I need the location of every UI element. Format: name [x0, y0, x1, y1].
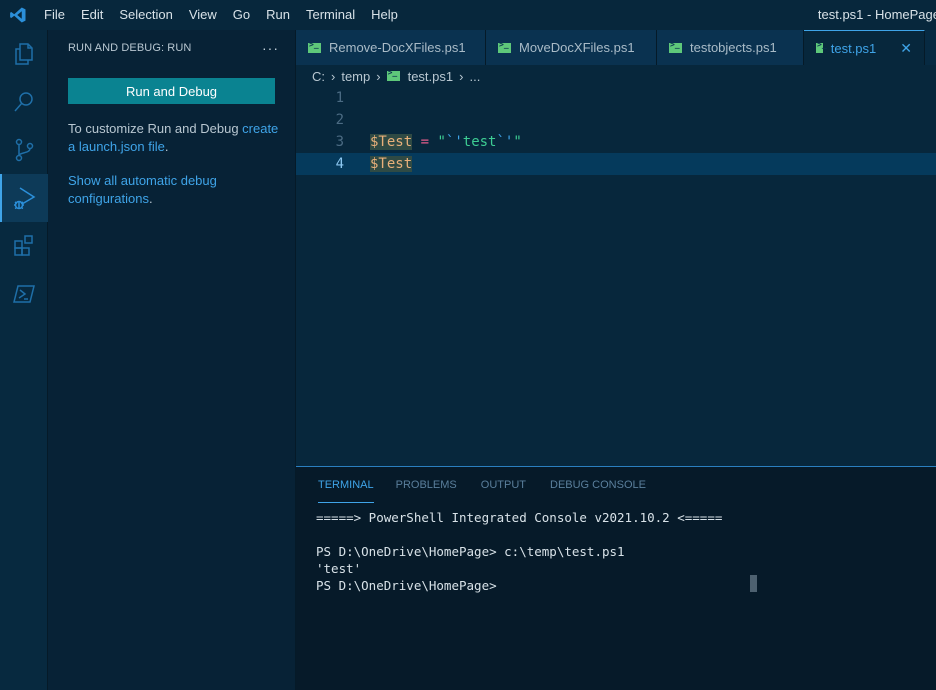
show-auto-debug-configs-link[interactable]: Show all automatic debug configurations — [68, 173, 217, 206]
escape-token: `' — [445, 134, 463, 150]
menu-run[interactable]: Run — [258, 0, 298, 30]
menu-selection[interactable]: Selection — [111, 0, 180, 30]
breadcrumb-file[interactable]: test.ps1 — [408, 69, 454, 84]
sidebar-title: RUN AND DEBUG: RUN — [68, 41, 192, 54]
terminal-line: PS D:\OneDrive\HomePage> c:\temp\test.ps… — [316, 544, 625, 559]
line-number: 1 — [335, 90, 344, 106]
tab-label: testobjects.ps1 — [690, 40, 777, 55]
code-editor[interactable]: 1 2 3 $Test = "`'test`'" 4 $Test — [296, 87, 936, 465]
run-and-debug-button[interactable]: Run and Debug — [68, 78, 275, 104]
powershell-file-icon — [669, 40, 682, 53]
breadcrumb-drive[interactable]: C: — [312, 69, 325, 84]
code-line-current: 4 $Test — [296, 153, 936, 175]
close-tab-icon[interactable]: ✕ — [900, 40, 912, 57]
powershell-file-icon — [386, 68, 400, 81]
window-title: test.ps1 - HomePage — [817, 7, 936, 22]
code-line: 3 $Test = "`'test`'" — [296, 131, 936, 153]
run-debug-icon — [14, 187, 36, 210]
files-icon — [15, 43, 33, 65]
string-token: test — [462, 134, 497, 150]
menu-file[interactable]: File — [36, 0, 73, 30]
chevron-right-icon: › — [459, 68, 464, 84]
tab-remove-docxfiles[interactable]: Remove-DocXFiles.ps1 — [296, 30, 486, 65]
chevron-right-icon: › — [376, 68, 381, 84]
breadcrumb-folder[interactable]: temp — [341, 69, 370, 84]
tab-testobjects[interactable]: testobjects.ps1 — [657, 30, 804, 65]
line-number: 2 — [335, 112, 344, 128]
tab-label: Remove-DocXFiles.ps1 — [329, 40, 466, 55]
breadcrumb: C: › temp › test.ps1 › ... — [296, 65, 936, 87]
tab-label: test.ps1 — [830, 40, 877, 56]
chevron-right-icon: › — [331, 68, 336, 84]
tab-test[interactable]: test.ps1 ✕ — [804, 30, 925, 65]
panel-tab-debug-console[interactable]: DEBUG CONSOLE — [550, 467, 646, 503]
terminal-output[interactable]: =====> PowerShell Integrated Console v20… — [296, 503, 936, 594]
activity-bar — [0, 30, 48, 690]
variable-token: $Test — [370, 134, 413, 150]
tab-label: MoveDocXFiles.ps1 — [519, 40, 635, 55]
string-quote: " — [513, 134, 522, 150]
sidebar-header: RUN AND DEBUG: RUN ··· — [48, 30, 295, 65]
terminal-cursor — [750, 575, 757, 592]
code-line: 1 — [296, 87, 936, 109]
panel-tab-terminal[interactable]: TERMINAL — [318, 467, 374, 503]
search-icon — [14, 92, 33, 112]
editor-tabs: Remove-DocXFiles.ps1 MoveDocXFiles.ps1 t… — [296, 30, 936, 65]
powershell-file-icon — [308, 40, 321, 53]
terminal-line: PS D:\OneDrive\HomePage> — [316, 578, 497, 593]
period: . — [164, 139, 169, 154]
vscode-logo-icon — [0, 0, 36, 30]
string-quote: " — [437, 134, 446, 150]
breadcrumb-symbols[interactable]: ... — [469, 69, 480, 84]
menu-go[interactable]: Go — [225, 0, 258, 30]
line-number: 4 — [335, 156, 344, 172]
menu-help[interactable]: Help — [363, 0, 406, 30]
escape-token: `' — [496, 134, 514, 150]
operator-token: = — [420, 134, 430, 150]
code-text: $Test — [370, 153, 413, 175]
panel-tab-problems[interactable]: PROBLEMS — [396, 467, 457, 503]
source-control-icon — [15, 138, 34, 162]
powershell-file-icon — [816, 40, 826, 53]
menu-bar: File Edit Selection View Go Run Terminal… — [36, 0, 406, 30]
tab-movedocxfiles[interactable]: MoveDocXFiles.ps1 — [486, 30, 657, 65]
customize-text: To customize Run and Debug create a laun… — [68, 120, 279, 156]
extensions-icon — [14, 235, 33, 256]
powershell-file-icon — [498, 40, 511, 53]
menu-terminal[interactable]: Terminal — [298, 0, 363, 30]
more-actions-icon[interactable]: ··· — [262, 40, 279, 56]
variable-token: $Test — [370, 156, 413, 172]
auto-configs-text: Show all automatic debug configurations. — [68, 172, 279, 208]
terminal-line: ​ — [316, 526, 936, 543]
code-text: $Test = "`'test`'" — [370, 131, 522, 153]
menu-edit[interactable]: Edit — [73, 0, 111, 30]
run-debug-sidebar: RUN AND DEBUG: RUN ··· Run and Debug To … — [48, 30, 296, 690]
activity-extensions[interactable] — [0, 222, 48, 270]
activity-search[interactable] — [0, 78, 48, 126]
code-line: 2 — [296, 109, 936, 131]
bottom-panel: TERMINAL PROBLEMS OUTPUT DEBUG CONSOLE =… — [296, 466, 936, 690]
terminal-line: 'test' — [316, 561, 362, 576]
title-bar: File Edit Selection View Go Run Terminal… — [0, 0, 936, 30]
terminal-line: =====> PowerShell Integrated Console v20… — [316, 510, 723, 525]
powershell-icon — [13, 285, 35, 303]
menu-view[interactable]: View — [181, 0, 225, 30]
customize-label: To customize Run and Debug — [68, 121, 243, 136]
activity-powershell[interactable] — [0, 270, 48, 318]
activity-source-control[interactable] — [0, 126, 48, 174]
period: . — [148, 191, 153, 206]
line-number: 3 — [335, 134, 344, 150]
panel-tab-output[interactable]: OUTPUT — [481, 467, 526, 503]
activity-run-debug[interactable] — [0, 174, 48, 222]
activity-explorer[interactable] — [0, 30, 48, 78]
panel-tabs: TERMINAL PROBLEMS OUTPUT DEBUG CONSOLE — [296, 467, 936, 503]
